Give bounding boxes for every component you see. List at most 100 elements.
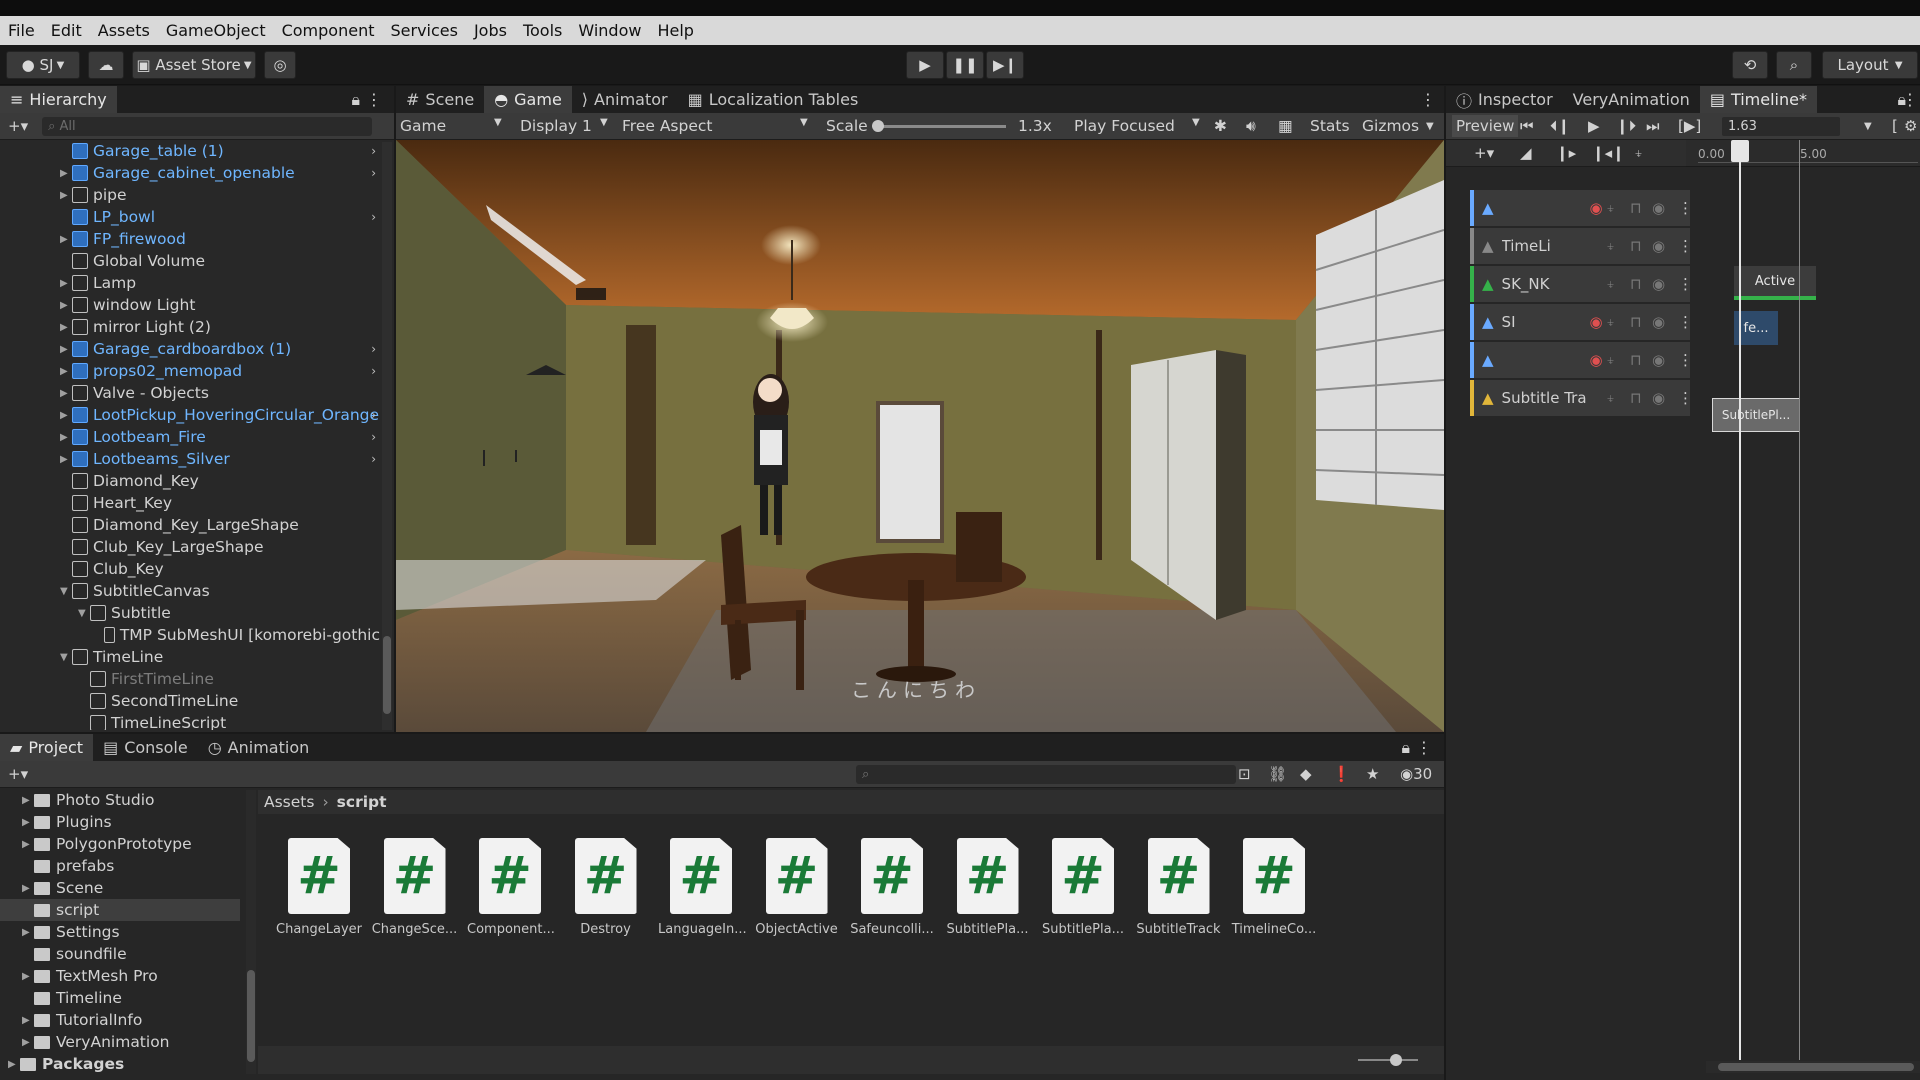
hierarchy-scrollbar[interactable] <box>382 142 392 730</box>
folder-item[interactable]: ▶ Photo Studio <box>0 789 240 811</box>
hierarchy-item[interactable]: SecondTimeLine <box>78 690 380 712</box>
collapsed-arrow-icon[interactable]: ▶ <box>60 168 72 179</box>
chevron-right-icon[interactable]: › <box>371 430 376 444</box>
audio-icon[interactable]: 🔊︎ <box>1246 117 1256 136</box>
hierarchy-item[interactable]: Diamond_Key_LargeShape <box>60 514 380 536</box>
tab-project[interactable]: ▰ Project <box>0 734 94 761</box>
pin-icon[interactable]: ⍖ <box>1606 275 1615 293</box>
eye-icon[interactable]: ◉ <box>1652 351 1665 369</box>
tab-animator[interactable]: ⟩ Animator <box>572 86 678 113</box>
prev-frame-icon[interactable]: ⏴❙ <box>1550 117 1570 135</box>
preview-button[interactable]: Preview <box>1452 115 1519 137</box>
folder-item[interactable]: ▶ TextMesh Pro <box>0 965 240 987</box>
timeline-track[interactable]: ▲ ◉ ⍖ ⊓ ◉ ⋮ <box>1470 342 1693 378</box>
eye-icon[interactable]: ◉ <box>1652 313 1665 331</box>
hierarchy-item[interactable]: ▼ TimeLine <box>60 646 380 668</box>
menu-help[interactable]: Help <box>649 21 701 40</box>
chevron-right-icon[interactable]: › <box>371 210 376 224</box>
lock-icon[interactable]: ⊓ <box>1630 237 1642 255</box>
kebab-menu-icon[interactable]: ⋮ <box>1416 738 1432 757</box>
lock-icon[interactable]: ⊓ <box>1630 199 1642 217</box>
folder-item[interactable]: ▶ VeryAnimation <box>0 1031 240 1053</box>
pin-icon[interactable]: ⍖ <box>1606 237 1615 255</box>
add-icon[interactable]: +▾ <box>8 765 28 783</box>
pin-icon[interactable]: ⍖ <box>1606 351 1615 369</box>
collapsed-arrow-icon[interactable]: ▶ <box>22 1015 34 1026</box>
hierarchy-item[interactable]: Garage_table (1) › <box>60 140 380 162</box>
chevron-right-icon[interactable]: › <box>371 364 376 378</box>
hierarchy-item[interactable]: LP_bowl › <box>60 206 380 228</box>
pin-icon[interactable]: ⍖ <box>1634 144 1643 162</box>
hierarchy-item[interactable]: ▼ SubtitleCanvas <box>60 580 380 602</box>
lock-icon[interactable]: ⊓ <box>1630 351 1642 369</box>
kebab-menu-icon[interactable]: ⋮ <box>1678 237 1693 255</box>
scale-slider-thumb[interactable] <box>872 120 884 132</box>
hierarchy-item[interactable]: ▶ Lamp <box>60 272 380 294</box>
hierarchy-scrollbar-thumb[interactable] <box>383 636 391 714</box>
folder-item[interactable]: ▶ TutorialInfo <box>0 1009 240 1031</box>
hierarchy-item[interactable]: TimeLineScript <box>78 712 380 730</box>
collapsed-arrow-icon[interactable]: ▶ <box>22 971 34 982</box>
icon-size-slider-thumb[interactable] <box>1390 1054 1402 1066</box>
star-icon[interactable]: ★ <box>1366 765 1379 783</box>
pin-icon[interactable]: ⍖ <box>1606 389 1615 407</box>
collapsed-arrow-icon[interactable]: ▶ <box>60 300 72 311</box>
expanded-arrow-icon[interactable]: ▼ <box>78 608 90 619</box>
scale-slider[interactable] <box>872 120 1006 132</box>
pin-icon[interactable]: ⍖ <box>1606 313 1615 331</box>
hierarchy-item[interactable]: Club_Key_LargeShape <box>60 536 380 558</box>
hierarchy-item[interactable]: ▶ mirror Light (2) <box>60 316 380 338</box>
lock-icon[interactable]: ⊓ <box>1630 313 1642 331</box>
ripple-icon[interactable]: ❙▸ <box>1556 144 1576 162</box>
tab-timeline[interactable]: ▤ Timeline* <box>1699 86 1817 113</box>
tab-hierarchy[interactable]: ≡ Hierarchy <box>0 86 117 113</box>
kebab-menu-icon[interactable]: ⋮ <box>1678 313 1693 331</box>
script-asset[interactable]: # Safeuncolli... <box>849 838 935 937</box>
menu-services[interactable]: Services <box>382 21 465 40</box>
hierarchy-item[interactable]: Club_Key <box>60 558 380 580</box>
clip-subtitle[interactable]: SubtitlePl... <box>1712 398 1800 432</box>
record-icon[interactable]: ◉ <box>1590 351 1603 369</box>
hierarchy-item[interactable]: ▶ Garage_cardboardbox (1) › <box>60 338 380 360</box>
last-frame-icon[interactable]: ⏭ <box>1646 117 1660 135</box>
folder-item[interactable]: ▶ Plugins <box>0 811 240 833</box>
grid-icon[interactable]: ▦ <box>1278 117 1293 135</box>
folder-scrollbar[interactable] <box>246 790 256 1074</box>
expanded-arrow-icon[interactable]: ▼ <box>60 586 72 597</box>
folder-item[interactable]: Timeline <box>0 987 240 1009</box>
bracket-icon[interactable]: [ <box>1892 117 1898 135</box>
menu-assets[interactable]: Assets <box>90 21 158 40</box>
filter-type-icon[interactable]: ⊡ <box>1238 765 1251 783</box>
collapsed-arrow-icon[interactable]: ▶ <box>60 454 72 465</box>
tab-console[interactable]: ▤ Console <box>93 734 198 761</box>
lock-icon[interactable]: 🔒︎ <box>1401 738 1410 758</box>
project-search-input[interactable]: ⌕ <box>856 764 1236 784</box>
timeline-track[interactable]: ▲ SI ◉ ⍖ ⊓ ◉ ⋮ <box>1470 304 1693 340</box>
menu-component[interactable]: Component <box>274 21 383 40</box>
kebab-menu-icon[interactable]: ⋮ <box>1678 351 1693 369</box>
folder-item[interactable]: ▶ Settings <box>0 921 240 943</box>
hierarchy-item[interactable]: FirstTimeLine <box>78 668 380 690</box>
pause-button[interactable]: ❚❚ <box>946 51 984 79</box>
lock-icon[interactable]: ⊓ <box>1630 389 1642 407</box>
timeline-track[interactable]: ▲ SK_NK ⍖ ⊓ ◉ ⋮ <box>1470 266 1693 302</box>
gizmos-button[interactable]: Gizmos <box>1362 117 1419 135</box>
folder-item[interactable]: prefabs <box>0 855 240 877</box>
hierarchy-item[interactable]: Diamond_Key <box>60 470 380 492</box>
chevron-right-icon[interactable]: › <box>371 452 376 466</box>
collapsed-arrow-icon[interactable]: ▶ <box>22 883 34 894</box>
hierarchy-item[interactable]: ▶ Valve - Objects <box>60 382 380 404</box>
tab-animation[interactable]: ◷ Animation <box>198 734 320 761</box>
hierarchy-item[interactable]: ▶ FP_firewood <box>60 228 380 250</box>
hierarchy-item[interactable]: TMP SubMeshUI [komorebi-gothic <box>96 624 380 646</box>
first-frame-icon[interactable]: ⏮ <box>1520 117 1534 135</box>
timeline-hscroll-thumb[interactable] <box>1718 1063 1914 1071</box>
playhead-handle[interactable] <box>1731 140 1749 162</box>
collapsed-arrow-icon[interactable]: ▶ <box>60 190 72 201</box>
menu-gameobject[interactable]: GameObject <box>158 21 274 40</box>
lock-icon[interactable]: 🔒︎ <box>351 90 360 110</box>
collapsed-arrow-icon[interactable]: ▶ <box>22 1037 34 1048</box>
eye-icon[interactable]: ◉ <box>1652 389 1665 407</box>
collapsed-arrow-icon[interactable]: ▶ <box>60 432 72 443</box>
add-icon[interactable]: +▾ <box>8 117 28 135</box>
